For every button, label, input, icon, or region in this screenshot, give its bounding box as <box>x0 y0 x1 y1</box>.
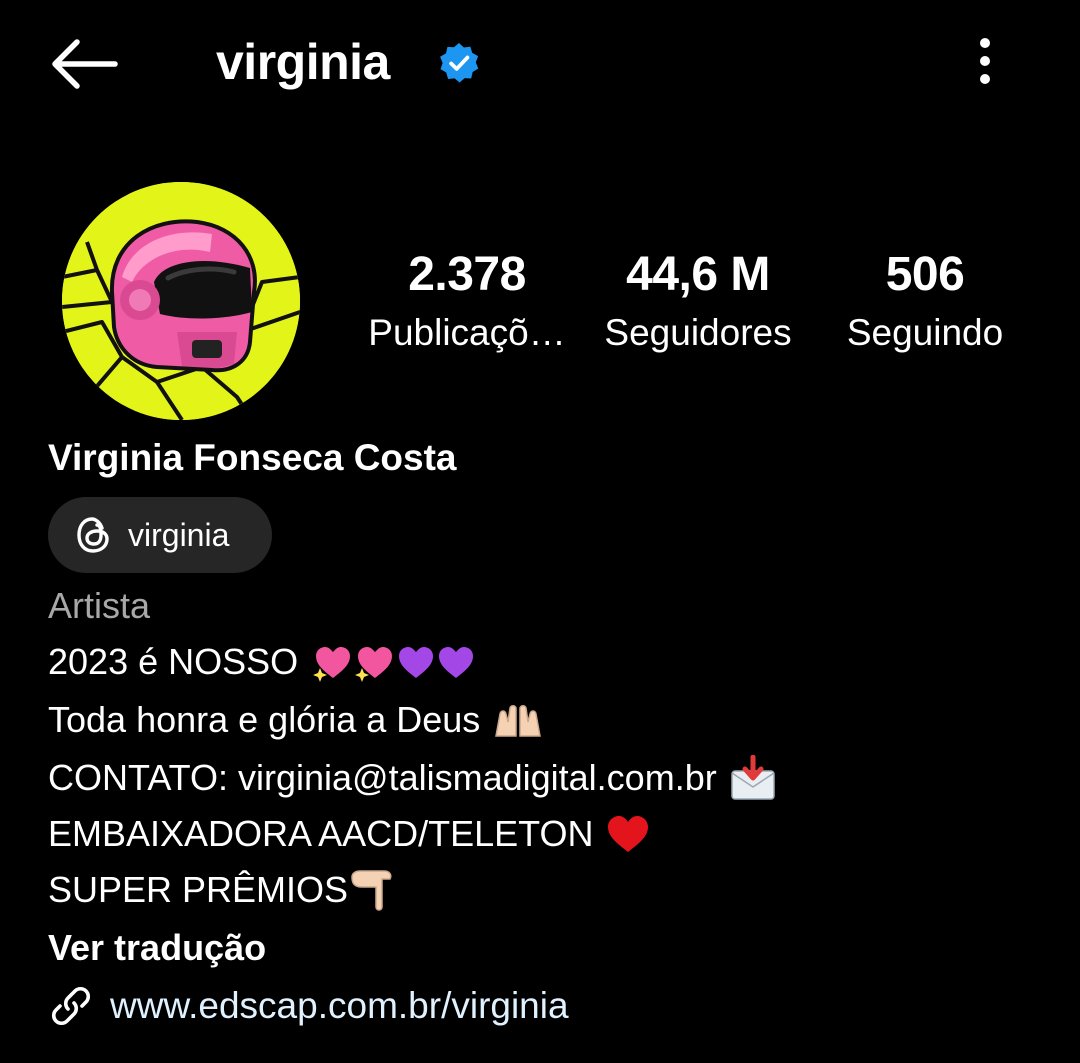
bio-text: EMBAIXADORA AACD/TELETON <box>48 813 594 854</box>
stat-followers[interactable]: 44,6 M Seguidores <box>588 244 808 358</box>
bio-text: SUPER PRÊMIOS <box>48 869 349 910</box>
sparkling-heart-icon <box>355 647 393 682</box>
red-heart-icon <box>608 816 649 852</box>
sparkling-heart-icon <box>313 647 351 682</box>
bio-text: Toda honra e glória a Deus <box>48 699 481 740</box>
arrow-left-icon <box>52 39 118 89</box>
bio-line: SUPER PRÊMIOS <box>48 866 396 914</box>
stat-following[interactable]: 506 Seguindo <box>826 244 1024 358</box>
pointing-down-icon <box>351 870 392 911</box>
bio-line: CONTATO: virginia@talismadigital.com.br <box>48 754 777 802</box>
inbox-envelope-icon <box>730 755 775 800</box>
threads-badge-button[interactable]: virginia <box>48 497 272 573</box>
followers-count: 44,6 M <box>626 248 770 301</box>
purple-heart-icon <box>439 647 474 678</box>
bio-line: EMBAIXADORA AACD/TELETON <box>48 810 651 858</box>
raising-hands-icon <box>495 705 542 737</box>
profile-category: Artista <box>48 585 151 626</box>
more-options-button[interactable] <box>960 30 1010 92</box>
more-vertical-icon <box>980 38 990 84</box>
profile-avatar[interactable] <box>62 182 300 420</box>
link-icon <box>51 986 91 1026</box>
following-count: 506 <box>885 248 965 301</box>
threads-handle: virginia <box>128 517 230 553</box>
profile-full-name: Virginia Fonseca Costa <box>48 437 457 478</box>
following-label: Seguindo <box>846 312 1004 353</box>
profile-link-text[interactable]: www.edscap.com.br/virginia <box>110 980 569 1032</box>
pink-helmet-avatar <box>62 182 300 420</box>
purple-heart-icon <box>399 647 434 678</box>
bio-line: 2023 é NOSSO <box>48 638 476 686</box>
bio-text: 2023 é NOSSO <box>48 641 299 682</box>
back-button[interactable] <box>44 34 124 94</box>
see-translation-button[interactable]: Ver tradução <box>48 922 266 974</box>
verified-badge-icon <box>440 43 479 83</box>
posts-label: Publicaçõ… <box>368 312 566 353</box>
posts-count: 2.378 <box>408 248 526 301</box>
bio-line: Toda honra e glória a Deus <box>48 696 544 744</box>
followers-label: Seguidores <box>604 312 792 353</box>
stat-posts[interactable]: 2.378 Publicaçõ… <box>360 244 574 358</box>
profile-link[interactable]: www.edscap.com.br/virginia <box>48 980 569 1032</box>
threads-icon <box>77 517 109 553</box>
profile-username: virginia <box>216 34 390 90</box>
bio-text: CONTATO: virginia@talismadigital.com.br <box>48 757 717 798</box>
